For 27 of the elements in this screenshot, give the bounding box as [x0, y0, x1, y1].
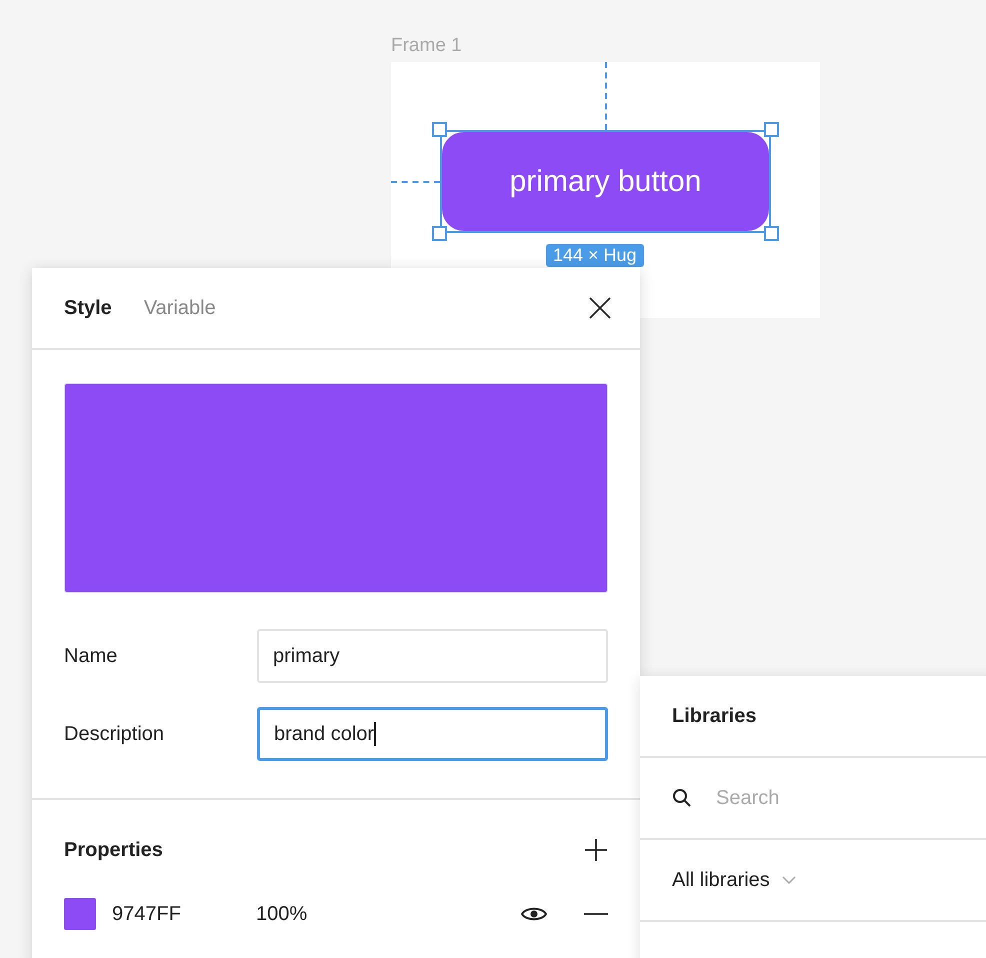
resize-handle[interactable]: [432, 122, 447, 137]
remove-icon[interactable]: [584, 912, 608, 916]
chevron-down-icon: [782, 876, 796, 884]
field-label: Description: [64, 722, 166, 746]
color-swatch[interactable]: [64, 898, 96, 930]
size-label: 144 × Hug: [546, 244, 644, 267]
primary-button[interactable]: primary button: [442, 132, 769, 231]
search-field[interactable]: Search: [714, 786, 918, 810]
library-dropdown[interactable]: All libraries: [672, 868, 796, 892]
guide-line: [605, 62, 607, 130]
opacity-value: 100%: [256, 902, 308, 926]
resize-handle[interactable]: [764, 226, 779, 241]
panel-title: Libraries: [672, 704, 756, 728]
guide-line: [391, 181, 440, 183]
resize-handle[interactable]: [432, 226, 447, 241]
resize-handle[interactable]: [764, 122, 779, 137]
hex-value: 9747FF: [112, 902, 182, 926]
frame-title: Frame 1: [391, 35, 462, 57]
tab[interactable]: Variable: [144, 296, 216, 320]
input-field[interactable]: primary: [257, 629, 608, 683]
add-icon[interactable]: [584, 838, 608, 862]
field-label: Name: [64, 644, 118, 668]
tab[interactable]: Style: [64, 296, 112, 320]
search-icon: [672, 788, 692, 808]
close-icon[interactable]: [588, 296, 612, 320]
section-title: Properties: [64, 838, 163, 862]
input-field[interactable]: brand color: [257, 707, 608, 761]
